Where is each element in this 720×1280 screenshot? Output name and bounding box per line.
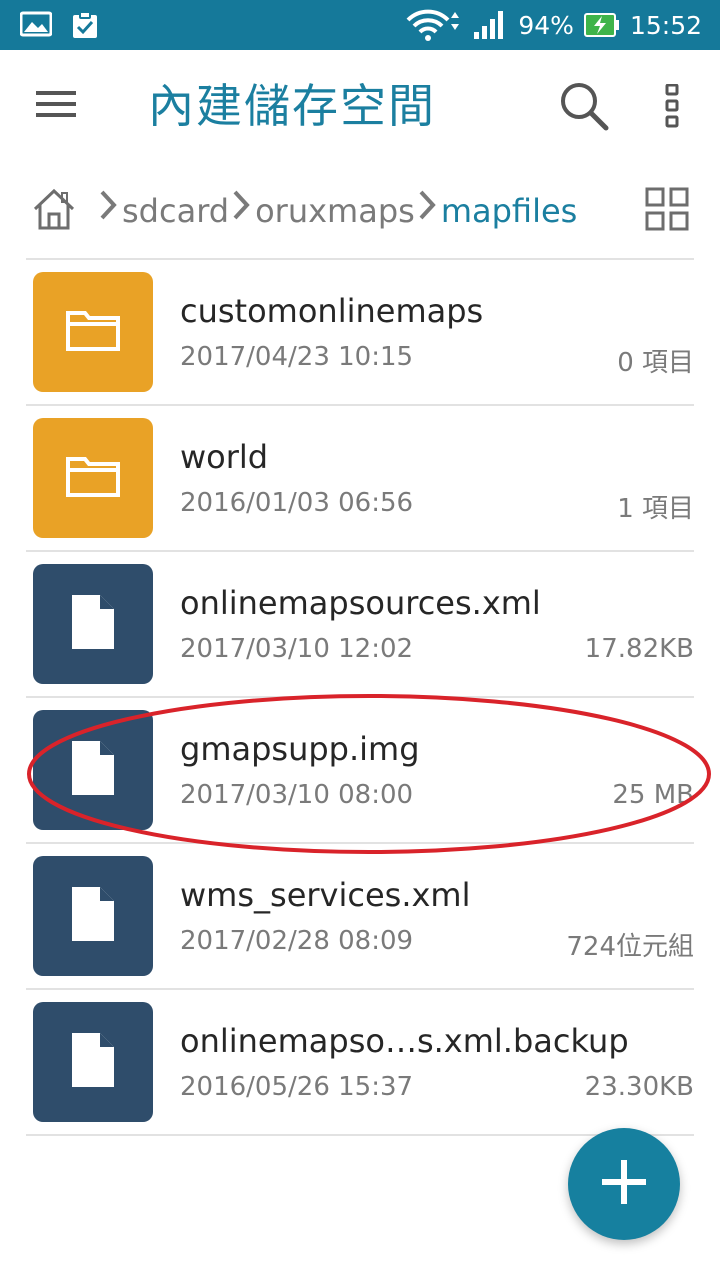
search-button[interactable] (552, 76, 616, 140)
battery-percent: 94% (518, 10, 574, 40)
wifi-icon (406, 8, 462, 42)
list-item[interactable]: onlinemapsources.xml 2017/03/10 12:02 17… (26, 552, 694, 698)
list-item[interactable]: gmapsupp.img 2017/03/10 08:00 25 MB (26, 698, 694, 844)
grid-view-button[interactable] (640, 184, 694, 238)
home-icon (32, 187, 76, 235)
chevron-right-icon (417, 176, 437, 246)
list-item[interactable]: customonlinemaps 2017/04/23 10:15 0 項目 (26, 260, 694, 406)
file-size: 25 MB (612, 780, 694, 810)
clipboard-check-icon (70, 10, 100, 40)
file-size: 1 項目 (617, 494, 694, 524)
breadcrumb-item-sdcard[interactable]: sdcard (122, 176, 229, 246)
file-name: onlinemapso…s.xml.backup (180, 1022, 629, 1060)
file-icon (70, 885, 116, 947)
file-icon (70, 593, 116, 655)
search-icon (559, 81, 609, 135)
folder-icon (65, 454, 121, 502)
list-item[interactable]: world 2016/01/03 06:56 1 項目 (26, 406, 694, 552)
file-size: 23.30KB (584, 1072, 694, 1102)
menu-button[interactable] (24, 82, 88, 130)
chevron-right-icon (231, 176, 251, 246)
breadcrumb-item-mapfiles[interactable]: mapfiles (441, 176, 578, 246)
file-size: 17.82KB (584, 634, 694, 664)
grid-view-icon (645, 187, 689, 235)
file-date: 2017/03/10 12:02 (180, 634, 414, 664)
breadcrumb: sdcard oruxmaps mapfiles (26, 176, 626, 246)
file-name: customonlinemaps (180, 292, 484, 330)
folder-thumbnail (33, 272, 153, 392)
file-date: 2016/01/03 06:56 (180, 488, 414, 518)
file-thumbnail (33, 1002, 153, 1122)
file-date: 2016/05/26 15:37 (180, 1072, 414, 1102)
breadcrumb-item-oruxmaps[interactable]: oruxmaps (255, 176, 415, 246)
clock: 15:52 (629, 10, 702, 40)
home-button[interactable] (26, 183, 82, 239)
menu-icon (36, 90, 76, 122)
file-size: 724位元組 (566, 932, 694, 962)
more-vert-icon (665, 83, 679, 132)
plus-icon (600, 1158, 648, 1210)
list-item[interactable]: onlinemapso…s.xml.backup 2016/05/26 15:3… (26, 990, 694, 1136)
file-list: customonlinemaps 2017/04/23 10:15 0 項目 w… (26, 260, 694, 1136)
file-thumbnail (33, 856, 153, 976)
gallery-icon (20, 10, 52, 40)
file-thumbnail (33, 564, 153, 684)
file-icon (70, 1031, 116, 1093)
file-date: 2017/03/10 08:00 (180, 780, 414, 810)
folder-icon (65, 308, 121, 356)
list-item[interactable]: wms_services.xml 2017/02/28 08:09 724位元組 (26, 844, 694, 990)
app-bar: 內建儲存空間 (0, 50, 720, 162)
signal-icon (472, 10, 508, 40)
file-name: gmapsupp.img (180, 730, 420, 768)
chevron-right-icon (98, 176, 118, 246)
file-thumbnail (33, 710, 153, 830)
file-name: world (180, 438, 269, 476)
file-size: 0 項目 (617, 348, 694, 378)
page-title: 內建儲存空間 (148, 79, 436, 133)
file-name: wms_services.xml (180, 876, 471, 914)
add-button[interactable] (568, 1128, 680, 1240)
file-date: 2017/04/23 10:15 (180, 342, 414, 372)
file-date: 2017/02/28 08:09 (180, 926, 414, 956)
battery-charging-icon (583, 11, 620, 39)
file-name: onlinemapsources.xml (180, 584, 541, 622)
folder-thumbnail (33, 418, 153, 538)
file-icon (70, 739, 116, 801)
more-options-button[interactable] (648, 76, 696, 140)
status-bar: 94% 15:52 (0, 0, 720, 50)
